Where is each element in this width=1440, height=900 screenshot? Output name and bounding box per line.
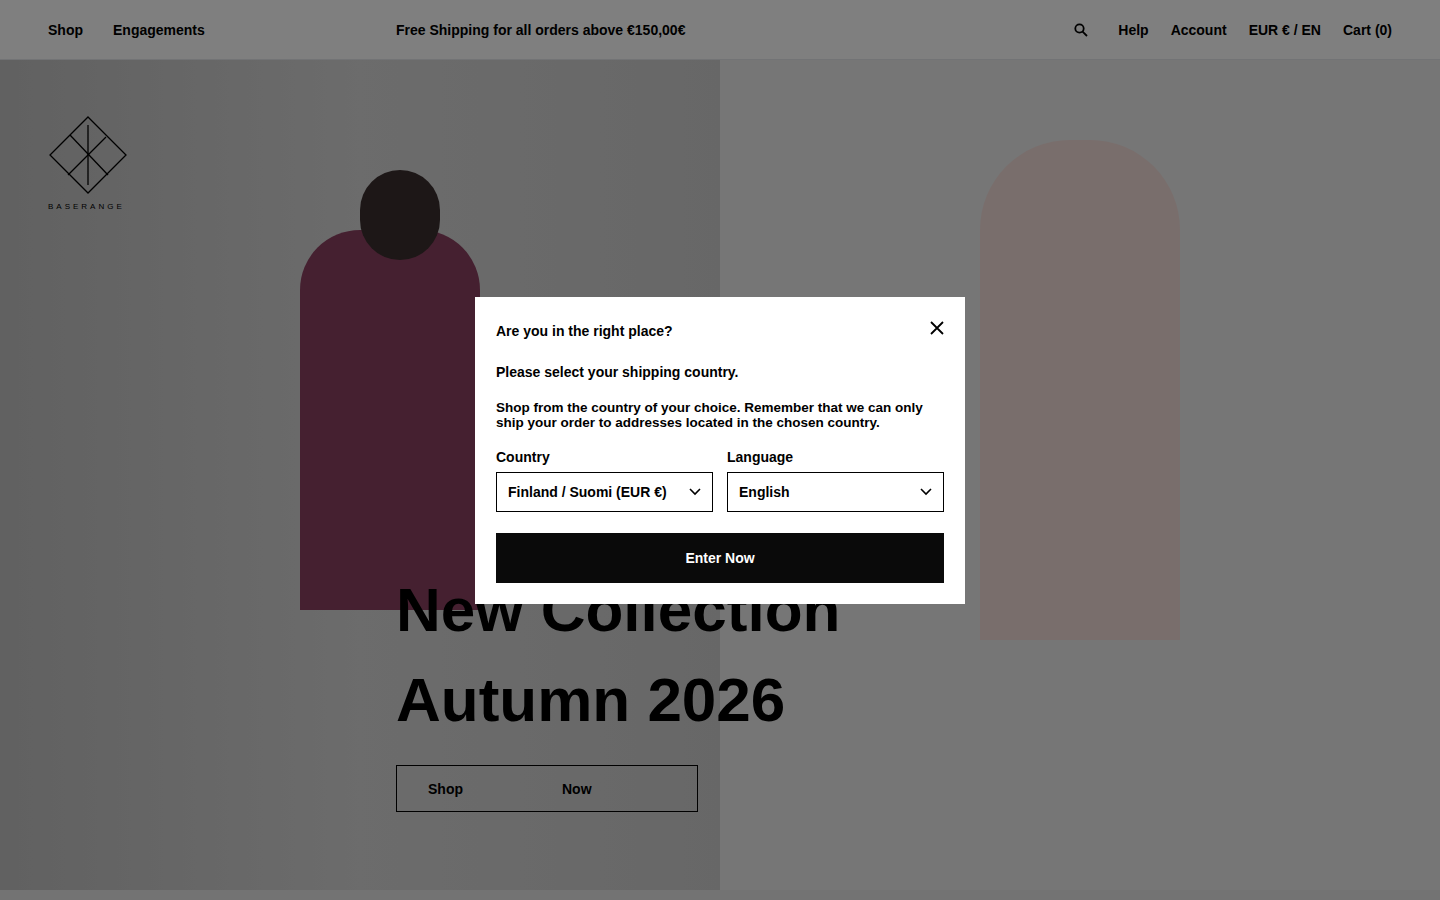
language-field: Language English — [727, 447, 944, 512]
chevron-down-icon — [689, 488, 701, 496]
country-modal: Are you in the right place? Please selec… — [475, 297, 965, 604]
country-select[interactable]: Finland / Suomi (EUR €) — [496, 472, 713, 512]
country-field: Country Finland / Suomi (EUR €) — [496, 447, 713, 512]
close-icon[interactable] — [929, 320, 945, 336]
enter-now-button[interactable]: Enter Now — [496, 533, 944, 583]
language-select[interactable]: English — [727, 472, 944, 512]
chevron-down-icon — [920, 488, 932, 496]
modal-body: Shop from the country of your choice. Re… — [496, 400, 944, 430]
modal-title: Are you in the right place? — [496, 321, 673, 341]
modal-subtitle: Please select your shipping country. — [496, 362, 944, 382]
modal-overlay[interactable]: Are you in the right place? Please selec… — [0, 0, 1440, 900]
